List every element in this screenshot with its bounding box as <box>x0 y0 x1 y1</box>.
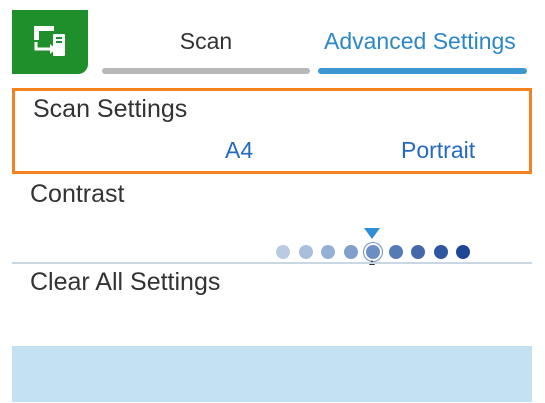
contrast-dot[interactable] <box>433 245 448 259</box>
clear-all-settings-row[interactable]: Clear All Settings <box>12 264 532 344</box>
contrast-row[interactable]: Contrast <box>12 176 532 265</box>
contrast-dot[interactable] <box>411 245 425 259</box>
contrast-label: Contrast <box>30 180 125 208</box>
tab-scan-label: Scan <box>179 28 233 54</box>
contrast-level-marker-icon <box>364 228 380 239</box>
contrast-dot[interactable] <box>298 245 313 259</box>
tab-scan-indicator <box>102 68 310 74</box>
contrast-dot[interactable] <box>276 245 290 259</box>
contrast-dot[interactable] <box>343 245 358 259</box>
app-icon[interactable] <box>12 10 88 74</box>
scan-settings-row[interactable]: Scan Settings A4 Portrait <box>12 88 532 174</box>
scan-settings-label: Scan Settings <box>33 95 188 123</box>
contrast-level-scale[interactable] <box>276 242 486 262</box>
tab-advanced-settings-label: Advanced Settings <box>324 28 516 54</box>
contrast-dot[interactable] <box>388 245 403 259</box>
scanner-panel: Scan Advanced Settings Scan Settings A4 … <box>12 10 532 402</box>
contrast-dot[interactable] <box>456 245 470 259</box>
contrast-dot[interactable] <box>321 245 335 259</box>
paper-size-value: A4 <box>225 137 254 163</box>
clear-all-settings-label: Clear All Settings <box>30 268 221 296</box>
orientation-value: Portrait <box>401 137 476 163</box>
tab-advanced-settings-indicator <box>318 68 527 74</box>
tab-advanced-settings[interactable]: Advanced Settings <box>318 10 527 80</box>
footer-bar <box>12 346 532 402</box>
tab-scan[interactable]: Scan <box>102 10 310 80</box>
header: Scan Advanced Settings <box>12 10 532 84</box>
contrast-dot-selected[interactable] <box>366 245 380 259</box>
scan-to-computer-icon <box>34 26 65 56</box>
